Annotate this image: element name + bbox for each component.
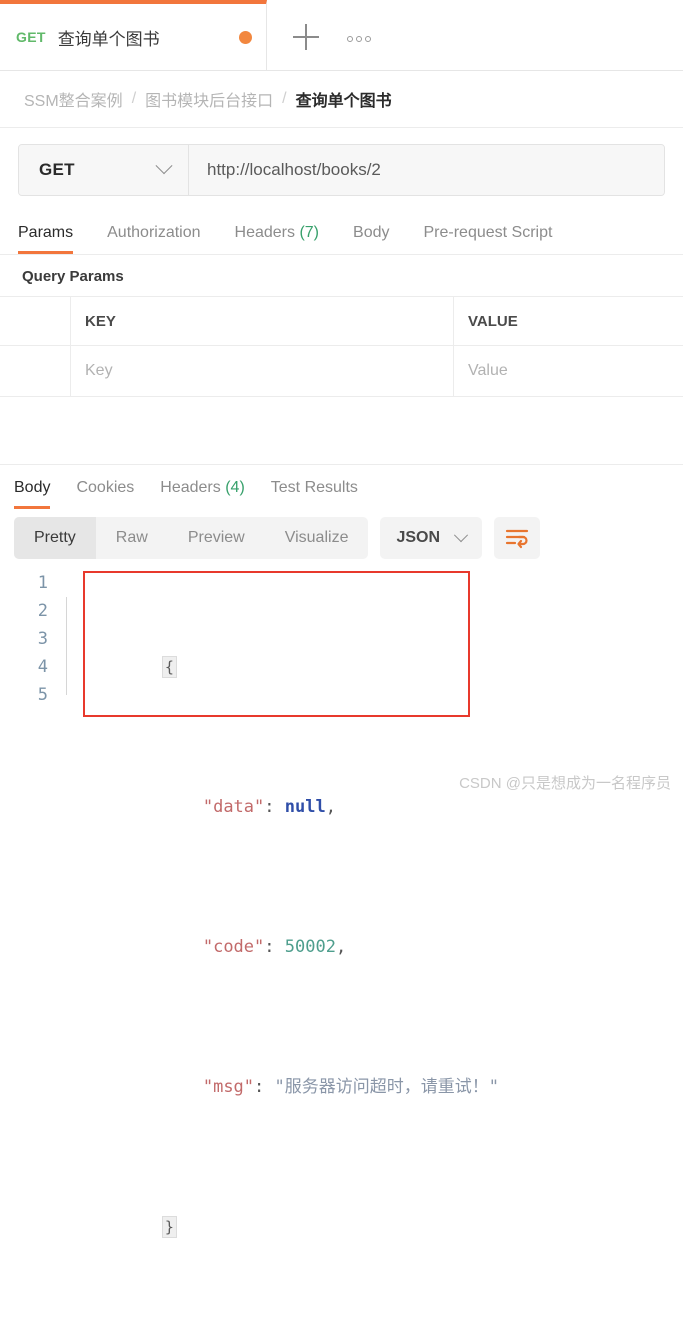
dot-2	[356, 36, 362, 42]
url-bar: GET http://localhost/books/2	[18, 144, 665, 196]
format-mode-visualize[interactable]: Visualize	[265, 517, 369, 559]
url-bar-container: GET http://localhost/books/2	[0, 128, 683, 210]
json-open-brace[interactable]: {	[161, 656, 177, 678]
line-number: 1	[37, 573, 48, 593]
format-mode-preview[interactable]: Preview	[168, 517, 265, 559]
header-key-cell: KEY	[71, 297, 454, 345]
breadcrumb-separator-1: /	[131, 90, 137, 107]
tab-title-label: 查询单个图书	[57, 29, 160, 49]
new-tab-plus-icon[interactable]	[293, 24, 319, 50]
format-mode-raw[interactable]: Raw	[96, 517, 168, 559]
json-colon: :	[254, 1077, 275, 1097]
json-key-code: "code"	[202, 937, 265, 957]
request-tab-params-label: Params	[18, 224, 74, 241]
wrap-text-button[interactable]	[494, 517, 541, 559]
line-number: 5	[37, 685, 48, 705]
response-tab-body-label: Body	[14, 479, 51, 496]
line-number: 3	[37, 629, 48, 649]
request-tab-active[interactable]: GET 查询单个图书	[0, 0, 267, 70]
tab-options-dots-icon[interactable]	[347, 32, 371, 42]
response-tab-cookies[interactable]: Cookies	[76, 479, 134, 509]
response-tab-test-results[interactable]: Test Results	[271, 479, 358, 509]
request-tab-params[interactable]: Params	[18, 224, 74, 254]
json-close-brace[interactable]: }	[161, 1216, 177, 1238]
response-tab-headers-count: (4)	[225, 479, 245, 496]
json-key-data: "data"	[202, 797, 265, 817]
code-content: 1 2 3 4 5 { "data": null, "code": 50002,…	[14, 569, 683, 1325]
response-format-bar: Pretty Raw Preview Visualize JSON	[0, 509, 683, 569]
url-input[interactable]: http://localhost/books/2	[189, 145, 664, 195]
json-value-msg: "服务器访问超时，请重试！"	[274, 1077, 499, 1097]
dot-1	[347, 36, 353, 42]
response-tab-headers[interactable]: Headers (4)	[160, 479, 245, 509]
code-line-code: "code": 50002,	[80, 905, 499, 989]
unsaved-changes-dot[interactable]	[239, 30, 252, 44]
tab-bar-actions	[267, 0, 683, 70]
json-comma: ,	[325, 797, 336, 817]
code-fold-guide-line	[66, 597, 67, 695]
json-colon: :	[264, 797, 285, 817]
http-method-select[interactable]: GET	[19, 145, 189, 195]
request-tab-body[interactable]: Body	[353, 224, 389, 254]
json-value-data: null	[284, 797, 326, 817]
request-tab-pre-request-script-label: Pre-request Script	[423, 224, 553, 241]
line-number: 2	[37, 601, 48, 621]
response-tab-body[interactable]: Body	[14, 479, 51, 509]
request-tab-authorization[interactable]: Authorization	[107, 224, 200, 254]
dot-3	[365, 36, 371, 42]
table-row[interactable]: Key Value	[0, 346, 683, 397]
code-line-close-brace: }	[80, 1185, 499, 1269]
request-tab-authorization-label: Authorization	[107, 224, 201, 241]
chevron-down-icon	[155, 157, 173, 175]
response-tab-headers-label: Headers	[160, 479, 221, 496]
code-line-data: "data": null,	[80, 765, 499, 849]
query-params-title: Query Params	[0, 255, 683, 296]
tab-bar: GET 查询单个图书	[0, 0, 683, 71]
request-tab-pre-request-script[interactable]: Pre-request Script	[423, 224, 552, 254]
json-colon: :	[264, 937, 285, 957]
line-number-gutter: 1 2 3 4 5	[14, 569, 62, 1325]
code-line-msg: "msg": "服务器访问超时，请重试！"	[80, 1045, 499, 1129]
breadcrumb-item-current: 查询单个图书	[295, 93, 392, 110]
line-number: 4	[37, 657, 48, 677]
row-key-input[interactable]: Key	[71, 346, 454, 396]
table-header-row: KEY VALUE	[0, 297, 683, 346]
breadcrumb-separator-2: /	[282, 90, 287, 107]
json-key-msg: "msg"	[202, 1077, 255, 1097]
response-language-select[interactable]: JSON	[380, 517, 483, 559]
json-value-code: 50002	[284, 937, 336, 957]
breadcrumb: SSM整合案例 / 图书模块后台接口 / 查询单个图书	[0, 71, 683, 128]
response-tab-cookies-label: Cookies	[76, 479, 135, 496]
request-tab-headers[interactable]: Headers (7)	[235, 224, 320, 254]
header-checkbox-cell	[0, 297, 71, 345]
json-comma: ,	[335, 937, 347, 957]
json-code-lines: { "data": null, "code": 50002, "msg": "服…	[62, 569, 499, 1325]
request-tab-headers-label: Headers	[234, 224, 295, 241]
row-checkbox-cell[interactable]	[0, 346, 71, 396]
row-value-input[interactable]: Value	[454, 346, 683, 396]
tab-method-label: GET	[16, 29, 46, 45]
format-mode-segmented-control: Pretty Raw Preview Visualize	[14, 517, 369, 559]
code-line-open-brace: {	[80, 625, 499, 709]
breadcrumb-item-folder[interactable]: 图书模块后台接口	[145, 87, 273, 111]
query-params-table: KEY VALUE Key Value	[0, 296, 683, 397]
format-mode-pretty[interactable]: Pretty	[14, 517, 96, 559]
chevron-down-icon	[453, 528, 469, 543]
breadcrumb-item-collection[interactable]: SSM整合案例	[24, 87, 123, 111]
wrap-text-icon	[505, 529, 529, 549]
csdn-watermark: CSDN @只是想成为一名程序员	[459, 775, 671, 792]
response-tabs: Body Cookies Headers (4) Test Results	[0, 465, 683, 509]
response-tab-test-results-label: Test Results	[270, 479, 358, 496]
response-language-label: JSON	[396, 529, 441, 546]
http-method-label: GET	[39, 160, 75, 179]
header-value-cell: VALUE	[468, 312, 518, 330]
response-body-viewer[interactable]: 1 2 3 4 5 { "data": null, "code": 50002,…	[0, 569, 683, 1238]
request-tabs: Params Authorization Headers (7) Body Pr…	[0, 210, 683, 255]
query-params-empty-space	[0, 397, 683, 465]
request-tab-headers-count: (7)	[299, 224, 320, 241]
request-tab-body-label: Body	[353, 224, 390, 241]
